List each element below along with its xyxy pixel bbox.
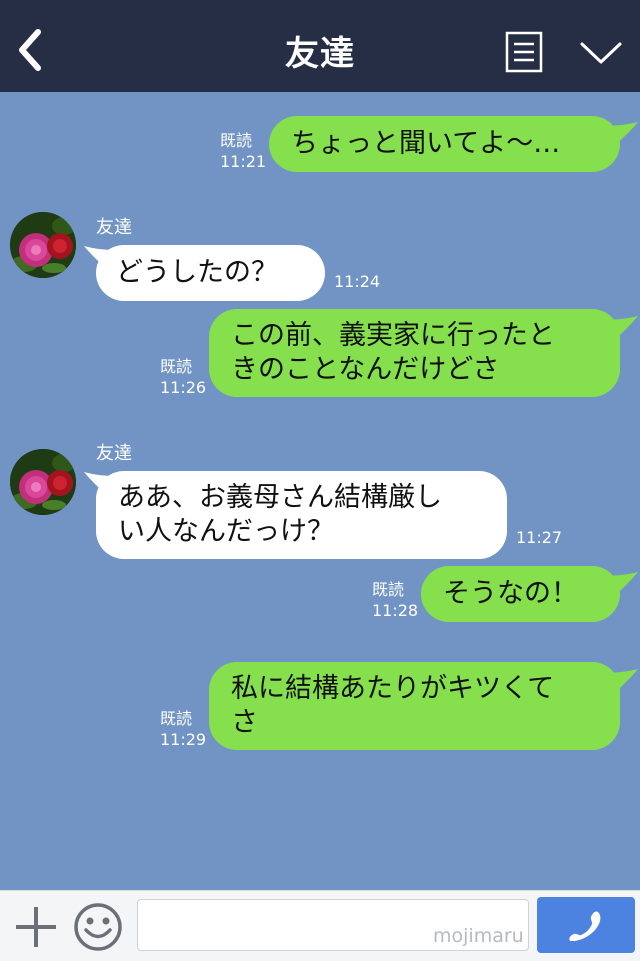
- avatar[interactable]: [10, 212, 76, 278]
- outgoing-message[interactable]: この前、義実家に行ったと きのことなんだけどさ: [209, 309, 620, 397]
- read-receipt: 既読: [160, 357, 193, 376]
- message-time: 11:28: [372, 601, 419, 620]
- message-time: 11:24: [334, 272, 381, 291]
- message-time: 11:26: [160, 378, 207, 397]
- message-input-bar: mojimaru: [0, 890, 640, 961]
- message-text: そうなの！: [443, 578, 578, 609]
- message-text-line: きのことなんだけどさ: [231, 354, 500, 385]
- message-text-line: さ: [231, 707, 258, 738]
- emoji-button[interactable]: [73, 902, 123, 952]
- call-button[interactable]: [537, 897, 635, 953]
- rose-avatar-image: [10, 212, 76, 278]
- chevron-down-icon: [580, 42, 622, 64]
- message-time: 11:29: [160, 730, 207, 749]
- smiley-icon: [74, 903, 122, 951]
- menu-button[interactable]: [505, 31, 543, 73]
- watermark-text: mojimaru: [433, 925, 524, 947]
- rose-avatar-image: [10, 449, 76, 515]
- incoming-message[interactable]: どうしたの？: [96, 245, 325, 301]
- message-meta: 既読 11:21: [220, 130, 266, 172]
- outgoing-message[interactable]: 私に結構あたりがキツくて さ: [209, 662, 620, 750]
- message-time: 11:21: [220, 152, 267, 171]
- message-meta: 既読 11:28: [372, 579, 418, 621]
- message-time: 11:27: [516, 528, 563, 547]
- read-receipt: 既読: [220, 131, 253, 150]
- collapse-button[interactable]: [578, 38, 624, 68]
- read-receipt: 既読: [160, 709, 193, 728]
- chat-header: 友達: [0, 0, 640, 92]
- incoming-message[interactable]: ああ、お義母さん結構厳し い人なんだっけ？: [96, 471, 507, 559]
- message-text-line: この前、義実家に行ったと: [231, 320, 555, 351]
- read-receipt: 既読: [372, 580, 405, 599]
- avatar[interactable]: [10, 449, 76, 515]
- list-icon: [505, 31, 543, 73]
- message-text-line: ああ、お義母さん結構厳し: [118, 482, 442, 513]
- add-button[interactable]: [14, 905, 58, 949]
- message-text-line: い人なんだっけ？: [118, 516, 334, 547]
- bubble-tail: [604, 316, 638, 342]
- outgoing-message[interactable]: そうなの！: [421, 566, 620, 622]
- bubble-tail: [604, 122, 638, 148]
- plus-icon: [16, 907, 56, 947]
- message-text: ちょっと聞いてよ〜…: [291, 128, 561, 159]
- bubble-tail: [604, 572, 638, 598]
- message-text-line: 私に結構あたりがキツくて: [231, 673, 555, 704]
- message-text: どうしたの？: [116, 257, 278, 288]
- bubble-tail: [604, 669, 638, 695]
- outgoing-message[interactable]: ちょっと聞いてよ〜…: [269, 116, 620, 172]
- phone-icon: [569, 911, 601, 941]
- sender-name: 友達: [96, 443, 132, 464]
- chat-title: 友達: [285, 34, 355, 74]
- chat-area[interactable]: 既読 11:21 ちょっと聞いてよ〜… 友達 どうしたの？ 11:24 既読 1…: [0, 92, 640, 890]
- message-meta: 既読 11:29: [160, 708, 206, 750]
- sender-name: 友達: [96, 217, 132, 238]
- message-meta: 既読 11:26: [160, 356, 206, 398]
